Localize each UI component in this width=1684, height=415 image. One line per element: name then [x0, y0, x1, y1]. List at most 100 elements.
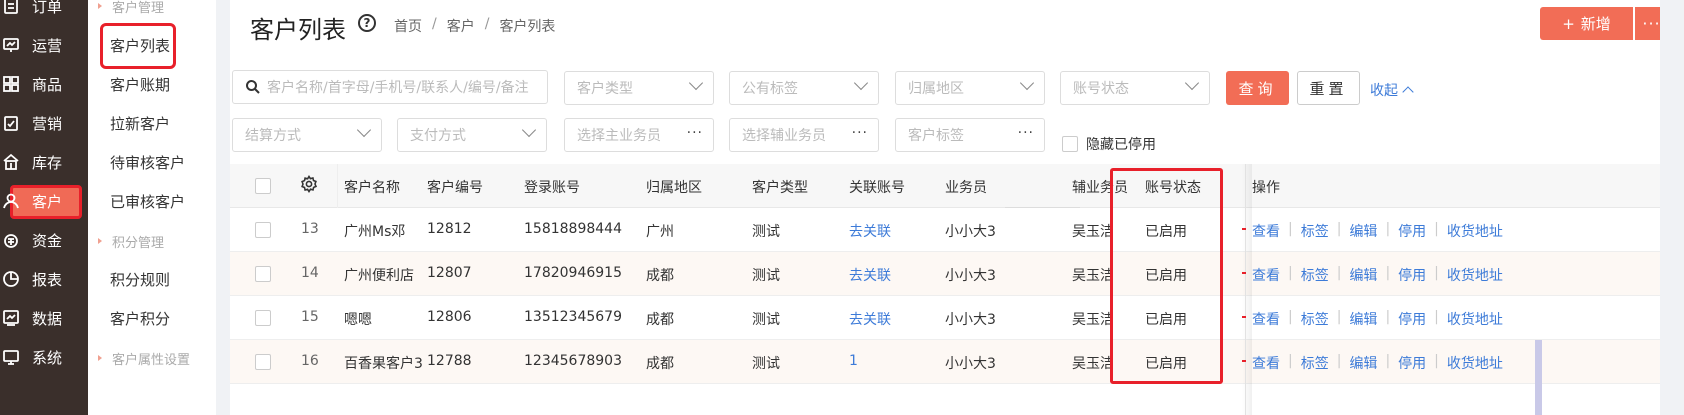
submenu-item-reviewed[interactable]: 已审核客户: [88, 183, 216, 219]
submenu-item-points-rules[interactable]: 积分规则: [88, 261, 216, 297]
nav-item-report[interactable]: 报表: [0, 261, 88, 297]
link-account-link[interactable]: 去关联: [849, 309, 891, 329]
group-label: 积分管理: [112, 235, 165, 251]
new-button-label: 新增: [1580, 15, 1611, 33]
cell-customer-code: 12807: [427, 265, 472, 281]
sub-menu: 客户管理 客户列表 客户账期 拉新客户 待审核客户 已审核客户 积分管理 积分规…: [88, 0, 216, 415]
order-icon: [2, 0, 20, 15]
account-status-select[interactable]: 账号状态: [1060, 71, 1210, 105]
link-account-link[interactable]: 去关联: [849, 221, 891, 241]
overflow-marker: [1242, 228, 1246, 230]
breadcrumb-customer[interactable]: 客户: [447, 16, 475, 36]
overflow-marker: [1242, 360, 1246, 362]
product-icon: [2, 75, 20, 93]
group-label: 客户属性设置: [112, 352, 191, 368]
column-settings-icon[interactable]: [300, 174, 318, 197]
cell-assist-salesman: 吴玉洁: [1072, 224, 1112, 240]
public-tag-select[interactable]: 公有标签: [729, 71, 879, 105]
nav-item-inventory[interactable]: 库存: [0, 144, 88, 180]
search-input[interactable]: 客户名称/首字母/手机号/联系人/编号/备注: [232, 70, 548, 104]
fixed-column-shadow: [1242, 164, 1252, 415]
nav-label: 客户: [32, 192, 63, 211]
submenu-label: 待审核客户: [110, 153, 186, 172]
select-placeholder: 支付方式: [410, 128, 466, 144]
actions-column-divider: [1245, 164, 1537, 415]
more-dots-icon: ···: [686, 125, 703, 141]
data-icon: [2, 309, 20, 327]
nav-item-marketing[interactable]: 营销: [0, 105, 88, 141]
chevron-down-icon: [688, 75, 704, 91]
nav-label: 系统: [32, 348, 63, 367]
cell-login-account: 15818898444: [524, 221, 622, 237]
region-select[interactable]: 归属地区: [895, 71, 1045, 105]
group-label: 客户管理: [112, 0, 165, 16]
row-checkbox[interactable]: [255, 310, 271, 326]
submenu-label: 已审核客户: [110, 192, 186, 211]
column-region: 归属地区: [646, 180, 702, 196]
breadcrumb-separator: /: [432, 16, 437, 32]
hide-disabled-checkbox[interactable]: 隐藏已停用: [1062, 134, 1156, 154]
submenu-item-new-customers[interactable]: 拉新客户: [88, 105, 216, 141]
nav-label: 数据: [32, 309, 63, 328]
vertical-scrollbar[interactable]: [1535, 340, 1542, 415]
inventory-icon: [2, 153, 20, 171]
nav-item-operation[interactable]: 运营: [0, 27, 88, 63]
submenu-label: 客户账期: [110, 75, 171, 94]
column-linked-account: 关联账号: [849, 180, 905, 196]
help-icon[interactable]: ?: [358, 14, 376, 32]
link-account-link[interactable]: 去关联: [849, 265, 891, 285]
cell-assist-salesman: 吴玉洁: [1072, 356, 1112, 372]
cell-salesman: 小小大3: [945, 224, 996, 240]
nav-item-product[interactable]: 商品: [0, 66, 88, 102]
search-placeholder: 客户名称/首字母/手机号/联系人/编号/备注: [267, 80, 529, 96]
customer-icon: [2, 192, 20, 210]
collapse-toggle[interactable]: 收起: [1370, 80, 1414, 100]
row-index: 15: [301, 309, 319, 325]
breadcrumb-separator: /: [484, 16, 490, 32]
nav-item-money[interactable]: 资金: [0, 222, 88, 258]
row-checkbox[interactable]: [255, 354, 271, 370]
overflow-marker: [1242, 316, 1246, 318]
select-placeholder: 客户类型: [577, 81, 633, 97]
customer-type-select[interactable]: 客户类型: [564, 71, 714, 105]
row-checkbox[interactable]: [255, 266, 271, 282]
query-button[interactable]: 查询: [1226, 71, 1289, 105]
nav-label: 订单: [32, 0, 63, 16]
caret-icon: [98, 3, 102, 9]
breadcrumb-home[interactable]: 首页: [394, 16, 422, 36]
more-dots-icon: ···: [851, 125, 868, 141]
submenu-item-pending-review[interactable]: 待审核客户: [88, 144, 216, 180]
checkbox[interactable]: [1062, 136, 1078, 152]
cell-customer-name: 百香果客户3: [344, 356, 423, 372]
submenu-item-customer-list[interactable]: 客户列表: [88, 23, 216, 69]
plus-icon: +: [1562, 14, 1575, 33]
cell-assist-salesman: 吴玉洁: [1072, 268, 1112, 284]
submenu-item-customer-terms[interactable]: 客户账期: [88, 66, 216, 102]
select-placeholder: 归属地区: [908, 81, 964, 97]
nav-item-system[interactable]: 系统: [0, 339, 88, 375]
main-salesman-picker[interactable]: 选择主业务员 ···: [564, 118, 714, 152]
cell-salesman: 小小大3: [945, 356, 996, 372]
new-button[interactable]: + 新增: [1540, 7, 1633, 40]
row-index: 14: [301, 265, 319, 281]
row-checkbox[interactable]: [255, 222, 271, 238]
overflow-marker: [1242, 272, 1246, 274]
active-highlight: [100, 23, 176, 69]
link-account-link[interactable]: 1: [849, 353, 858, 369]
assist-salesman-picker[interactable]: 选择辅业务员 ···: [729, 118, 879, 152]
breadcrumb: 首页 / 客户 / 客户列表: [394, 16, 555, 36]
reset-button[interactable]: 重置: [1297, 71, 1360, 105]
nav-item-order[interactable]: 订单: [0, 0, 88, 24]
payment-select[interactable]: 支付方式: [397, 118, 547, 152]
cell-customer-type: 测试: [752, 356, 780, 372]
settlement-select[interactable]: 结算方式: [232, 118, 382, 152]
customer-tag-picker[interactable]: 客户标签 ···: [895, 118, 1045, 152]
money-icon: [2, 231, 20, 249]
nav-item-customer[interactable]: 客户: [0, 183, 88, 219]
select-all-checkbox[interactable]: [255, 178, 271, 194]
cell-login-account: 12345678903: [524, 353, 622, 369]
submenu-label: 积分规则: [110, 270, 171, 289]
nav-item-data[interactable]: 数据: [0, 300, 88, 336]
submenu-item-customer-points[interactable]: 客户积分: [88, 300, 216, 336]
column-salesman: 业务员: [945, 180, 987, 196]
